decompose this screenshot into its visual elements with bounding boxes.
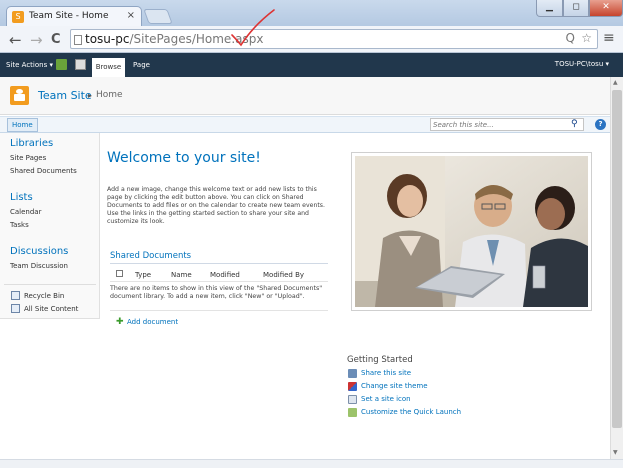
team-photo-illustration bbox=[355, 156, 588, 307]
getting-started-title: Getting Started bbox=[347, 355, 413, 365]
getting-started-customize-quick-launch[interactable]: Customize the Quick Launch bbox=[361, 408, 461, 416]
browser-toolbar: ← → C tosu-pc/SitePages/Home.aspx Q ☆ ≡ bbox=[0, 26, 623, 53]
customize-quick-launch-icon bbox=[348, 408, 357, 417]
all-site-content-icon bbox=[11, 304, 20, 313]
sharepoint-ribbon: Site Actions ▾ Browse Page TOSU-PC\tosu … bbox=[0, 53, 623, 77]
add-document-link[interactable]: Add document bbox=[127, 318, 178, 326]
quick-launch-libraries-heading[interactable]: Libraries bbox=[10, 138, 53, 149]
address-bar[interactable]: tosu-pc/SitePages/Home.aspx Q ☆ bbox=[70, 29, 598, 49]
share-site-icon bbox=[348, 369, 357, 378]
topnav-home-tab[interactable]: Home bbox=[7, 118, 38, 132]
forward-button[interactable]: → bbox=[30, 31, 43, 49]
quick-launch-all-site-content[interactable]: All Site Content bbox=[24, 305, 78, 313]
search-icon[interactable]: ⚲ bbox=[571, 119, 578, 129]
welcome-text: Add a new image, change this welcome tex… bbox=[107, 186, 325, 226]
edit-page-icon[interactable] bbox=[75, 59, 86, 70]
url-host: tosu-pc bbox=[85, 32, 130, 46]
breadcrumb-current: Home bbox=[96, 90, 123, 100]
quick-launch-tasks[interactable]: Tasks bbox=[10, 221, 29, 229]
site-title[interactable]: Team Site bbox=[38, 89, 92, 102]
getting-started-change-theme[interactable]: Change site theme bbox=[361, 382, 428, 390]
shared-documents-title[interactable]: Shared Documents bbox=[110, 251, 191, 261]
quick-launch-team-discussion[interactable]: Team Discussion bbox=[10, 262, 68, 270]
getting-started-share-site[interactable]: Share this site bbox=[361, 369, 411, 377]
new-tab-button[interactable] bbox=[143, 9, 173, 24]
browser-tab[interactable]: S Team Site - Home × bbox=[6, 6, 142, 27]
tab-browse[interactable]: Browse bbox=[92, 58, 125, 77]
site-logo-icon[interactable] bbox=[10, 86, 29, 105]
page-icon bbox=[74, 35, 82, 45]
quick-launch-shared-documents[interactable]: Shared Documents bbox=[10, 167, 77, 175]
quick-launch-discussions-heading[interactable]: Discussions bbox=[10, 246, 68, 257]
quick-launch-lists-heading[interactable]: Lists bbox=[10, 192, 33, 203]
tab-title: Team Site - Home bbox=[29, 11, 109, 21]
navigate-up-icon[interactable] bbox=[56, 59, 67, 70]
column-header-name[interactable]: Name bbox=[171, 271, 192, 279]
getting-started-set-site-icon[interactable]: Set a site icon bbox=[361, 395, 411, 403]
empty-library-message: There are no items to show in this view … bbox=[110, 285, 323, 300]
header-row-divider bbox=[110, 281, 328, 282]
column-header-modified[interactable]: Modified bbox=[210, 271, 240, 279]
zoom-icon[interactable]: Q bbox=[566, 31, 575, 45]
quick-launch-divider bbox=[4, 284, 96, 285]
back-button[interactable]: ← bbox=[9, 31, 22, 49]
library-bottom-divider bbox=[110, 310, 328, 311]
column-header-type[interactable]: Type bbox=[135, 271, 151, 279]
page-scrollbar[interactable]: ▲ ▼ bbox=[610, 77, 623, 459]
column-header-modified-by[interactable]: Modified By bbox=[263, 271, 304, 279]
browser-menu-button[interactable]: ≡ bbox=[603, 30, 615, 46]
browser-bottom-edge bbox=[0, 459, 623, 468]
checkmark-annotation bbox=[231, 9, 275, 47]
close-window-button[interactable]: ✕ bbox=[589, 0, 623, 17]
welcome-heading: Welcome to your site! bbox=[107, 150, 261, 166]
select-all-checkbox[interactable] bbox=[116, 270, 123, 277]
bookmark-star-icon[interactable]: ☆ bbox=[581, 31, 592, 45]
scroll-down-icon[interactable]: ▼ bbox=[613, 449, 618, 456]
scroll-up-icon[interactable]: ▲ bbox=[613, 79, 618, 86]
tab-page[interactable]: Page bbox=[133, 61, 150, 69]
site-icon-icon bbox=[348, 395, 357, 404]
change-theme-icon bbox=[348, 382, 357, 391]
breadcrumb-separator-icon: ▸ bbox=[88, 91, 93, 100]
maximize-button[interactable]: ◻ bbox=[563, 0, 589, 17]
quick-launch-site-pages[interactable]: Site Pages bbox=[10, 154, 46, 162]
close-tab-icon[interactable]: × bbox=[127, 10, 135, 21]
welcome-image bbox=[351, 152, 592, 311]
user-menu[interactable]: TOSU-PC\tosu ▾ bbox=[555, 60, 609, 68]
search-input[interactable] bbox=[433, 119, 563, 130]
help-icon[interactable]: ? bbox=[595, 119, 606, 130]
recycle-bin-icon bbox=[11, 291, 20, 300]
shared-documents-divider bbox=[110, 263, 328, 264]
add-document-icon[interactable]: ✚ bbox=[116, 317, 124, 327]
sharepoint-favicon-icon: S bbox=[12, 11, 24, 23]
search-box[interactable] bbox=[430, 118, 584, 131]
site-actions-menu[interactable]: Site Actions ▾ bbox=[6, 61, 53, 69]
scrollbar-thumb[interactable] bbox=[612, 90, 622, 428]
quick-launch-recycle-bin[interactable]: Recycle Bin bbox=[24, 292, 64, 300]
reload-button[interactable]: C bbox=[51, 32, 61, 47]
quick-launch-calendar[interactable]: Calendar bbox=[10, 208, 41, 216]
minimize-button[interactable]: ▁ bbox=[536, 0, 563, 17]
